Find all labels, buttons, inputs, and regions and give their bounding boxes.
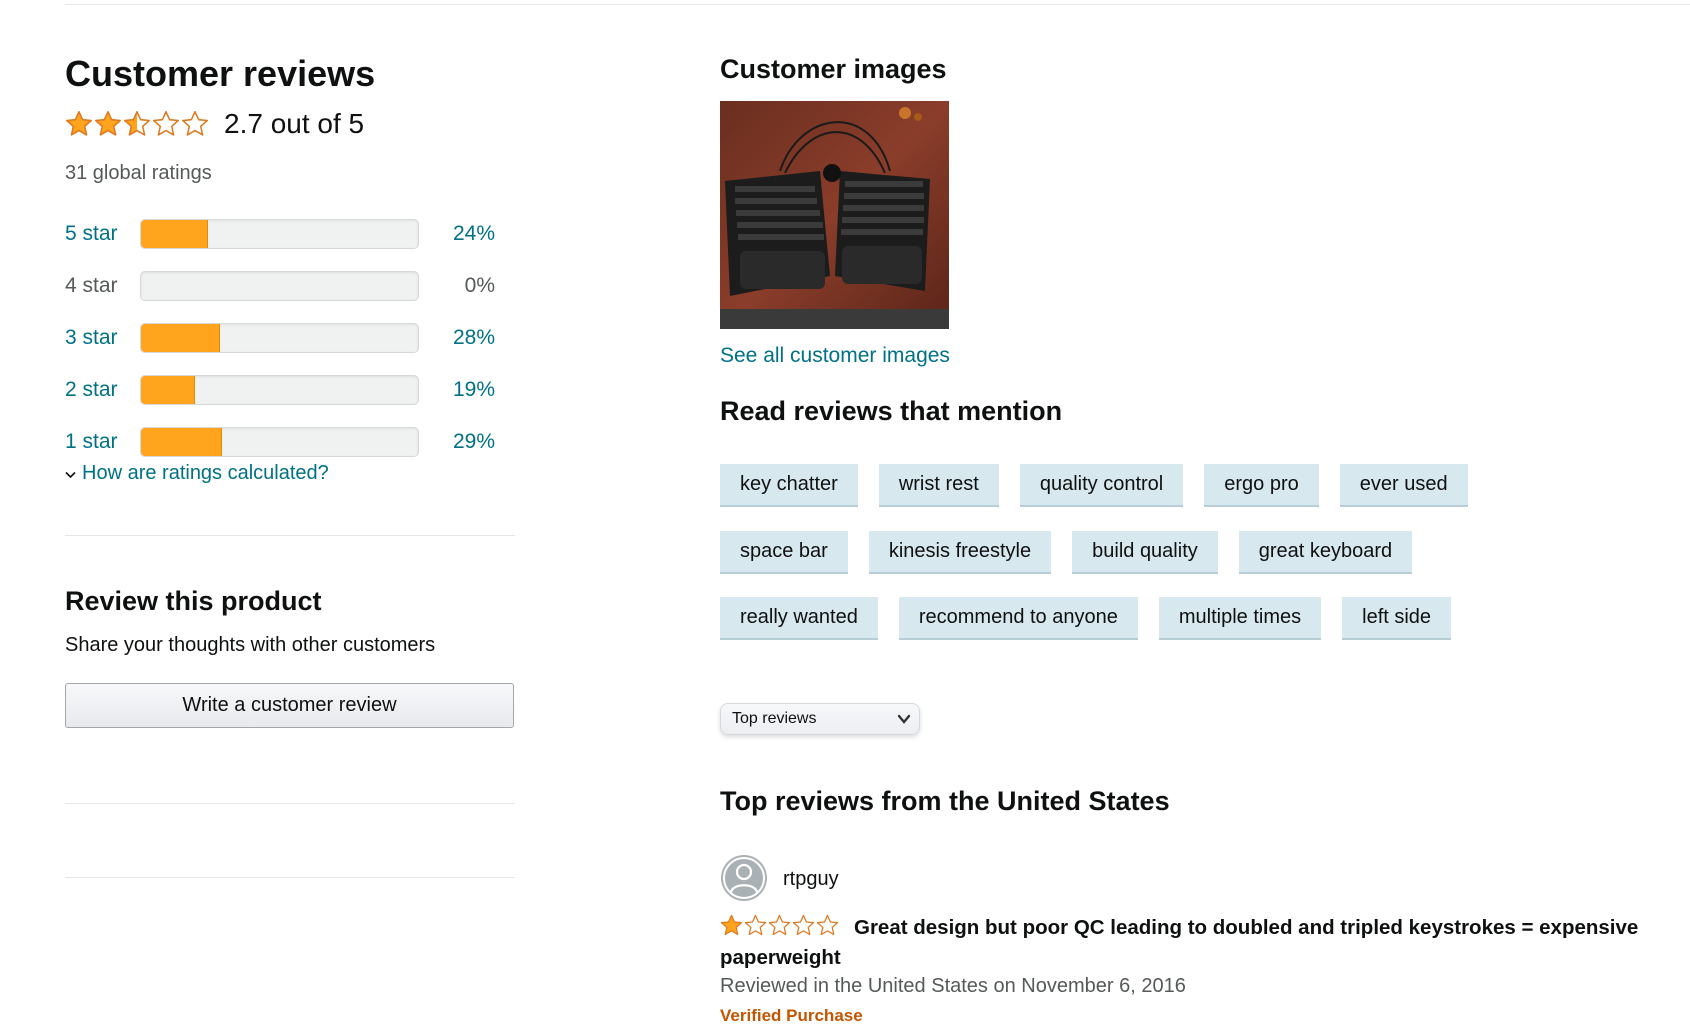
average-rating[interactable]: 2.7 out of 5 [65,108,364,140]
mention-chip[interactable]: multiple times [1158,597,1322,640]
verified-purchase-badge: Verified Purchase [720,1006,863,1025]
chevron-down-icon [65,466,76,482]
average-rating-text: 2.7 out of 5 [224,108,365,139]
mentions-heading: Read reviews that mention [720,396,1063,426]
review-title[interactable]: Great design but poor QC leading to doub… [720,916,1638,969]
mention-chip[interactable]: build quality [1072,531,1218,574]
avatar-icon[interactable] [721,855,767,901]
histogram-bar[interactable] [140,219,419,249]
histogram-row-5-star[interactable]: 5 star 24% [65,218,495,250]
histogram-bar [140,271,419,301]
histogram-bar[interactable] [140,323,419,353]
mention-chip[interactable]: space bar [720,531,848,574]
see-all-images-link[interactable]: See all customer images [720,344,950,368]
reviewer-name[interactable]: rtpguy [783,868,839,891]
section-divider [65,877,515,878]
write-review-button[interactable]: Write a customer review [65,683,514,728]
mention-chip[interactable]: key chatter [720,464,858,507]
mention-chip[interactable]: recommend to anyone [898,597,1138,640]
mention-chip[interactable]: ergo pro [1204,464,1319,507]
histogram-row-4-star: 4 star 0% [65,270,495,302]
histogram-bar-fill [141,376,195,404]
mention-chip[interactable]: ever used [1339,464,1468,507]
customer-images-heading: Customer images [720,54,947,84]
histogram-bar-fill [141,428,223,456]
average-stars-icon [65,110,210,138]
histogram-row-1-star[interactable]: 1 star 29% [65,426,495,458]
histogram-bar-fill [141,324,220,352]
share-thoughts-text: Share your thoughts with other customers [65,634,436,656]
top-reviews-heading: Top reviews from the United States [720,786,1170,816]
histogram-bar[interactable] [140,375,419,405]
histogram-percent[interactable]: 19% [419,378,495,402]
mention-chip[interactable]: really wanted [720,597,878,640]
global-ratings-count: 31 global ratings [65,162,212,184]
mention-chip[interactable]: left side [1342,597,1452,640]
histogram-star-label: 4 star [65,274,118,297]
histogram-bar-fill [141,220,209,248]
how-ratings-calculated-label: How are ratings calculated? [82,462,329,484]
top-divider [65,4,1690,5]
histogram-percent: 0% [464,274,495,297]
histogram-star-label[interactable]: 5 star [65,222,140,246]
mention-chip[interactable]: quality control [1019,464,1184,507]
histogram-star-label[interactable]: 3 star [65,326,140,350]
review-date: Reviewed in the United States on Novembe… [720,975,1186,997]
histogram-star-label[interactable]: 1 star [65,430,140,454]
mention-chip[interactable]: kinesis freestyle [868,531,1052,574]
mention-chip[interactable]: great keyboard [1238,531,1413,574]
review-stars-icon[interactable] [720,914,840,937]
section-divider [65,535,515,536]
review-title-row: Great design but poor QC leading to doub… [720,913,1680,973]
chevron-down-icon [897,712,911,731]
mention-chip[interactable]: wrist rest [878,464,999,507]
sort-dropdown[interactable]: Top reviews [720,703,920,735]
histogram-percent[interactable]: 28% [419,326,495,350]
histogram-percent[interactable]: 29% [419,430,495,454]
customer-reviews-heading: Customer reviews [65,53,376,94]
histogram-star-label[interactable]: 2 star [65,378,140,402]
histogram-row-3-star[interactable]: 3 star 28% [65,322,495,354]
histogram-percent[interactable]: 24% [419,222,495,246]
histogram-row-2-star[interactable]: 2 star 19% [65,374,495,406]
review-this-product-heading: Review this product [65,586,322,616]
histogram-bar[interactable] [140,427,419,457]
how-ratings-calculated-link[interactable]: How are ratings calculated? [65,462,329,485]
sort-selected-value: Top reviews [732,710,817,727]
section-divider [65,803,515,804]
customer-image-keyboard[interactable] [720,101,949,329]
